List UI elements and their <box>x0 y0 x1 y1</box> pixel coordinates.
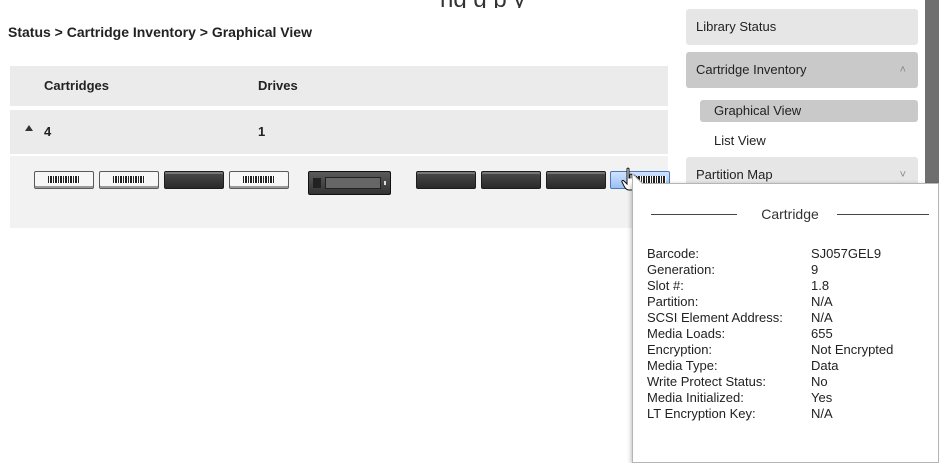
cartridge-slot[interactable] <box>229 171 289 189</box>
sidebar-item-label: Partition Map <box>696 167 773 182</box>
cartridges-count: 4 <box>44 124 52 139</box>
tooltip-row: SCSI Element Address: N/A <box>647 310 937 326</box>
tooltip-row-key: SCSI Element Address: <box>647 310 783 325</box>
summary-row[interactable]: 4 1 <box>10 110 668 154</box>
drives-column-header: Drives <box>258 78 298 93</box>
tooltip-row-value: N/A <box>811 406 833 421</box>
tooltip-row-key: Slot #: <box>647 278 684 293</box>
sidebar-item-cartridge-inventory[interactable]: Cartridge Inventory ˄ <box>686 52 918 88</box>
tooltip-row-value: 1.8 <box>811 278 830 293</box>
cartridge-slot[interactable] <box>34 171 94 189</box>
sidebar-subitem-label: Graphical View <box>714 103 802 118</box>
tooltip-row: Barcode: SJ057GEL9 <box>647 246 937 262</box>
summary-header: Cartridges Drives <box>10 66 668 106</box>
drives-count: 1 <box>258 124 266 139</box>
tooltip-row: Slot #: 1.8 <box>647 278 937 294</box>
tooltip-title-text: Cartridge <box>755 206 825 222</box>
tooltip-row: LT Encryption Key: N/A <box>647 406 937 422</box>
tooltip-row: Encryption: Not Encrypted <box>647 342 937 358</box>
tooltip-row-key: Write Protect Status: <box>647 374 766 389</box>
tooltip-title: Cartridge <box>647 206 933 222</box>
tooltip-row-key: Media Loads: <box>647 326 726 341</box>
clipped-header-text: ng g p y <box>440 0 680 8</box>
tooltip-row-key: Media Type: <box>647 358 718 373</box>
tooltip-row-value: Yes <box>811 390 833 405</box>
tape-drive[interactable] <box>308 171 391 195</box>
tooltip-row: Media Initialized: Yes <box>647 390 937 406</box>
empty-slot[interactable] <box>416 171 476 189</box>
cartridge-tooltip: Cartridge Barcode: SJ057GEL9 Generation: 9 S… <box>632 173 939 463</box>
tooltip-row-key: LT Encryption Key: <box>647 406 756 421</box>
tooltip-row-key: Media Initialized: <box>647 390 744 405</box>
caret-up-icon[interactable] <box>25 125 33 131</box>
sidebar-subitem-list-view[interactable]: List View <box>700 130 918 152</box>
chevron-up-double-icon[interactable]: ˄ <box>900 52 906 88</box>
tooltip-row-value: N/A <box>811 294 833 309</box>
cartridge-slot[interactable] <box>99 171 159 189</box>
sidebar-subitem-graphical-view[interactable]: Graphical View <box>700 100 918 122</box>
empty-slot[interactable] <box>481 171 541 189</box>
tooltip-row-value: 655 <box>811 326 833 341</box>
tooltip-row-value: 9 <box>811 262 819 277</box>
tooltip-row-key: Generation: <box>647 262 715 277</box>
tooltip-row: Media Loads: 655 <box>647 326 937 342</box>
tooltip-row-value: No <box>811 374 828 389</box>
tooltip-row-key: Partition: <box>647 294 699 309</box>
graphical-slot-view <box>10 156 670 228</box>
scrollbar[interactable] <box>925 0 939 190</box>
empty-slot[interactable] <box>546 171 606 189</box>
sidebar-subitem-label: List View <box>714 133 766 148</box>
sidebar-item-library-status[interactable]: Library Status <box>686 9 918 45</box>
tooltip-row: Write Protect Status: No <box>647 374 937 390</box>
tooltip-row-value: N/A <box>811 310 833 325</box>
sidebar-item-label: Cartridge Inventory <box>696 62 807 77</box>
tooltip-row-value: SJ057GEL9 <box>811 246 882 261</box>
tooltip-row-value: Data <box>811 358 839 373</box>
tooltip-row-key: Barcode: <box>647 246 700 261</box>
tooltip-row: Media Type: Data <box>647 358 937 374</box>
sidebar-item-label: Library Status <box>696 19 777 34</box>
tooltip-row: Partition: N/A <box>647 294 937 310</box>
tooltip-row-key: Encryption: <box>647 342 713 357</box>
tooltip-row-value: Not Encrypted <box>811 342 894 357</box>
empty-slot[interactable] <box>164 171 224 189</box>
breadcrumb: Status > Cartridge Inventory > Graphical… <box>8 24 312 40</box>
cartridges-column-header: Cartridges <box>44 78 110 93</box>
tooltip-row: Generation: 9 <box>647 262 937 278</box>
